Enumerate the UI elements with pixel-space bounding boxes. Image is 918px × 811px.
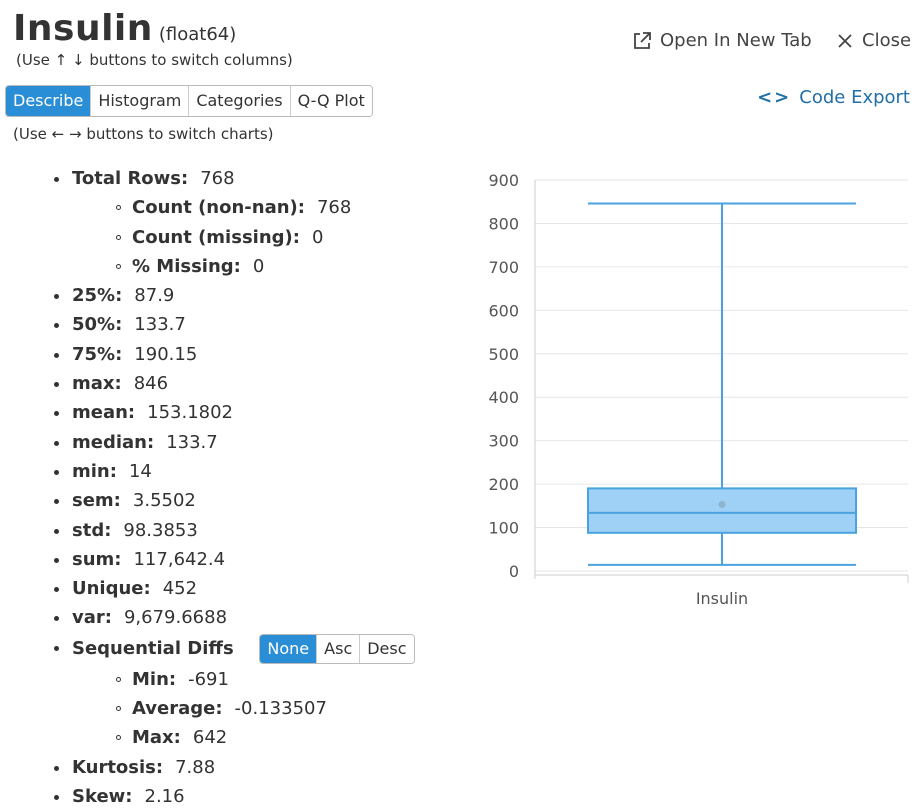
stat-count-nonnan: Count (non-nan): 768 <box>50 193 415 222</box>
seq-diffs-sort-buttons: None Asc Desc <box>259 633 415 664</box>
y-tick-label: 400 <box>488 388 519 407</box>
column-switch-hint: (Use ↑ ↓ buttons to switch columns) <box>16 51 293 69</box>
tab-histogram[interactable]: Histogram <box>90 86 189 116</box>
open-new-tab-link[interactable]: Open In New Tab <box>632 30 812 51</box>
stat-total-rows: Total Rows: 768 <box>50 164 415 193</box>
box-plot-chart: 0 100 200 300 400 500 600 700 800 900 Insulin <box>488 171 909 608</box>
column-name: Insulin <box>13 8 153 49</box>
y-tick-label: 800 <box>488 214 519 233</box>
y-tick-label: 300 <box>488 432 519 451</box>
stat-seq-min: Min: -691 <box>50 665 415 694</box>
stat-unique: Unique: 452 <box>50 574 415 603</box>
stat-kurtosis: Kurtosis: 7.88 <box>50 753 415 782</box>
tab-categories[interactable]: Categories <box>188 86 290 116</box>
x-category-label: Insulin <box>696 589 748 608</box>
seq-diffs-asc-button[interactable]: Asc <box>316 634 360 663</box>
tab-qq-plot[interactable]: Q-Q Plot <box>289 86 372 116</box>
y-tick-label: 100 <box>488 519 519 538</box>
seq-diffs-desc-button[interactable]: Desc <box>359 634 414 663</box>
stat-25pct: 25%: 87.9 <box>50 281 415 310</box>
stat-count-missing: Count (missing): 0 <box>50 223 415 252</box>
stat-50pct: 50%: 133.7 <box>50 310 415 339</box>
stat-min: min: 14 <box>50 457 415 486</box>
stat-seq-max: Max: 642 <box>50 723 415 752</box>
tab-describe[interactable]: Describe <box>6 86 91 116</box>
code-icon: <> <box>757 87 792 108</box>
stat-sequential-diffs: Sequential Diffs None Asc Desc <box>50 633 415 665</box>
y-tick-label: 700 <box>488 258 519 277</box>
iqr-box <box>587 487 857 534</box>
chart-switch-hint: (Use ← → buttons to switch charts) <box>13 125 274 143</box>
stat-max: max: 846 <box>50 369 415 398</box>
code-export-link[interactable]: <> Code Export <box>757 87 910 108</box>
stat-sum: sum: 117,642.4 <box>50 545 415 574</box>
stat-sem: sem: 3.5502 <box>50 486 415 515</box>
column-dtype: (float64) <box>158 24 237 45</box>
chart-tabs: Describe Histogram Categories Q-Q Plot <box>5 85 373 117</box>
stat-median: median: 133.7 <box>50 428 415 457</box>
describe-stats: Total Rows: 768 Count (non-nan): 768 Count… <box>50 164 415 811</box>
column-title: Insulin (float64) <box>13 8 236 49</box>
stat-seq-average: Average: -0.133507 <box>50 694 415 723</box>
stat-mean: mean: 153.1802 <box>50 398 415 427</box>
stat-75pct: 75%: 190.15 <box>50 340 415 369</box>
y-tick-label: 900 <box>488 171 519 190</box>
seq-diffs-none-button[interactable]: None <box>260 634 317 663</box>
y-tick-label: 0 <box>509 562 519 581</box>
stat-std: std: 98.3853 <box>50 516 415 545</box>
stat-var: var: 9,679.6688 <box>50 603 415 632</box>
mean-marker <box>718 500 726 508</box>
close-label: Close <box>862 30 912 51</box>
close-button[interactable]: Close <box>836 30 911 51</box>
external-link-icon <box>634 31 651 49</box>
y-tick-label: 200 <box>488 475 519 494</box>
stat-pct-missing: % Missing: 0 <box>50 252 415 281</box>
code-export-label: Code Export <box>799 87 910 108</box>
stat-skew: Skew: 2.16 <box>50 782 415 811</box>
open-new-tab-label: Open In New Tab <box>660 30 812 51</box>
close-icon <box>838 33 852 48</box>
y-tick-label: 500 <box>488 345 519 364</box>
y-tick-label: 600 <box>488 301 519 320</box>
